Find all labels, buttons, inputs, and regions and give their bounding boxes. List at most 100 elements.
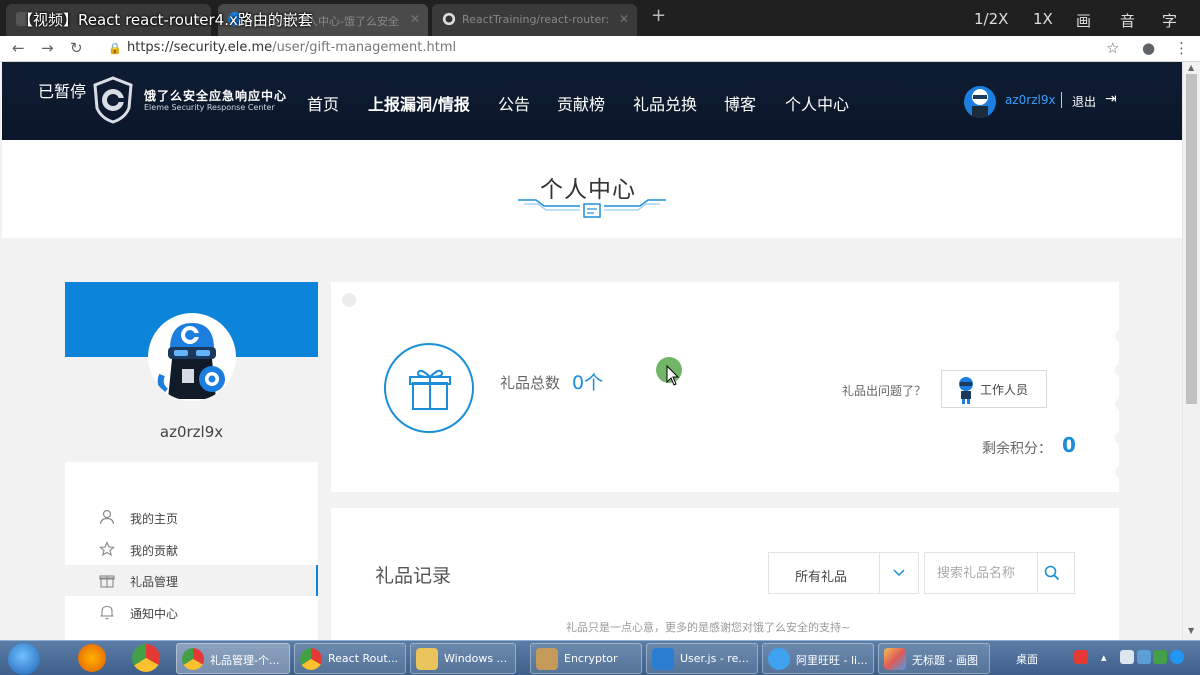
- vscode-icon: [652, 648, 674, 670]
- menu-dots-icon[interactable]: ⋮: [1174, 39, 1189, 57]
- taskbar-item-vscode[interactable]: User.js - re...: [646, 643, 758, 674]
- nav-personal-center[interactable]: 个人中心: [785, 91, 849, 115]
- page-scrollbar[interactable]: ▲ ▼: [1182, 62, 1200, 640]
- menu-item-label: 我的贡献: [130, 544, 179, 558]
- windows-taskbar: 礼品管理-个... React Rout... Windows ... Encr…: [0, 640, 1200, 675]
- logout-icon[interactable]: ⇥: [1105, 91, 1117, 107]
- gift-filter-select[interactable]: 所有礼品: [768, 552, 919, 594]
- nav-gift-exchange[interactable]: 礼品兑换: [633, 91, 697, 115]
- decorative-dot: [342, 293, 356, 307]
- profile-avatar[interactable]: [148, 313, 236, 401]
- chrome-icon: [300, 648, 322, 670]
- gift-search-input[interactable]: [925, 553, 1037, 593]
- taskbar-item-chrome-gift[interactable]: 礼品管理-个...: [176, 643, 290, 674]
- logout-link[interactable]: 退出: [1072, 93, 1096, 110]
- menu-item-contribution[interactable]: 我的贡献: [65, 534, 318, 565]
- ticket-edge-decoration: [1115, 330, 1121, 478]
- tray-expand-icon[interactable]: ▴: [1101, 651, 1107, 664]
- search-icon[interactable]: [1043, 564, 1061, 582]
- profile-menu: 我的主页 我的贡献 礼品管理 通知中心: [65, 462, 318, 642]
- taskbar-item-label: React Rout...: [328, 652, 399, 665]
- tab-title: ReactTraining/react-router: De: [462, 13, 612, 26]
- back-icon[interactable]: ←: [12, 39, 25, 57]
- taskbar-item-explorer[interactable]: Windows ...: [410, 643, 516, 674]
- gift-total-label: 礼品总数: [500, 374, 561, 392]
- ie-icon[interactable]: [1170, 650, 1184, 664]
- logo-subtext: Eleme Security Response Center: [144, 103, 275, 112]
- forward-icon[interactable]: →: [41, 39, 54, 57]
- url-field[interactable]: https://security.ele.me/user/gift-manage…: [127, 40, 456, 55]
- paused-label: 已暂停: [38, 82, 87, 101]
- taskbar-item-label: 阿里旺旺 - li...: [796, 654, 868, 667]
- menu-item-gift-management[interactable]: 礼品管理: [65, 565, 318, 596]
- speed-normal-button[interactable]: 1X: [1033, 10, 1053, 28]
- sogou-input-icon[interactable]: [1074, 650, 1088, 664]
- chrome-icon[interactable]: [132, 644, 160, 672]
- picture-button[interactable]: 画: [1076, 10, 1091, 31]
- bookmark-star-icon[interactable]: ☆: [1106, 39, 1119, 57]
- menu-item-home[interactable]: 我的主页: [65, 502, 318, 533]
- desktop-toolbar-label[interactable]: 桌面: [1016, 651, 1038, 667]
- close-icon[interactable]: ✕: [410, 12, 420, 26]
- star-icon: [99, 541, 115, 557]
- aliwangwang-icon: [768, 648, 790, 670]
- taskbar-item-chrome-react[interactable]: React Rout...: [294, 643, 406, 674]
- speed-half-button[interactable]: 1/2X: [974, 10, 1008, 28]
- taskbar-item-label: 礼品管理-个...: [210, 654, 280, 667]
- robot-staff-icon: [959, 377, 973, 404]
- subtitle-button[interactable]: 字: [1162, 10, 1177, 31]
- start-button[interactable]: [8, 643, 40, 675]
- gift-search-box: [924, 552, 1075, 594]
- contact-staff-button[interactable]: 工作人员: [941, 370, 1047, 408]
- paint-icon: [884, 648, 906, 670]
- nav-report[interactable]: 上报漏洞/情报: [368, 91, 470, 115]
- nav-ranking[interactable]: 贡献榜: [557, 91, 605, 115]
- address-bar: ← → ↻ 🔒 https://security.ele.me/user/gif…: [0, 36, 1200, 62]
- scroll-down-icon[interactable]: ▼: [1188, 626, 1194, 635]
- chrome-icon: [182, 648, 204, 670]
- taskbar-item-paint[interactable]: 无标题 - 画图: [878, 643, 990, 674]
- points-label: 剩余积分：: [982, 441, 1052, 457]
- contact-staff-label: 工作人员: [980, 383, 1029, 397]
- gift-filter-value: 所有礼品: [795, 570, 848, 585]
- nav-home[interactable]: 首页: [307, 91, 339, 115]
- user-icon: [99, 509, 115, 525]
- firefox-icon[interactable]: [78, 644, 106, 672]
- gift-record-title: 礼品记录: [375, 565, 452, 587]
- browser-tab-github[interactable]: ReactTraining/react-router: De ✕: [432, 4, 637, 36]
- logo-text: 饿了么安全应急响应中心: [144, 89, 288, 103]
- tray-app-icon[interactable]: [1120, 650, 1134, 664]
- network-icon[interactable]: [1137, 650, 1151, 664]
- gift-icon: [99, 575, 115, 588]
- avatar[interactable]: [964, 86, 996, 118]
- shield-logo-icon[interactable]: [92, 76, 134, 124]
- volume-icon[interactable]: [1153, 650, 1167, 664]
- mouse-cursor-icon: [666, 365, 680, 386]
- account-icon[interactable]: ●: [1142, 39, 1155, 57]
- browser-tabstrip: ✕ 礼品管理-个人中心-饿了么安全 ✕ ReactTraining/react-…: [0, 0, 1200, 36]
- taskbar-item-aliwangwang[interactable]: 阿里旺旺 - li...: [762, 643, 874, 674]
- sound-button[interactable]: 音: [1120, 10, 1135, 31]
- header-username[interactable]: az0rzl9x: [1005, 93, 1056, 107]
- taskbar-item-encryptor[interactable]: Encryptor: [530, 643, 642, 674]
- close-icon[interactable]: ✕: [619, 12, 629, 26]
- gift-problem-text: 礼品出问题了？: [842, 384, 927, 398]
- scroll-up-icon[interactable]: ▲: [1188, 63, 1194, 72]
- nav-notice[interactable]: 公告: [498, 91, 530, 115]
- bell-icon: [100, 605, 114, 620]
- scroll-thumb[interactable]: [1186, 74, 1197, 404]
- menu-item-notifications[interactable]: 通知中心: [65, 597, 318, 628]
- menu-item-label: 礼品管理: [130, 575, 179, 589]
- title-decoration-icon: [518, 199, 666, 218]
- gift-total-value: 0个: [572, 372, 604, 394]
- reload-icon[interactable]: ↻: [70, 39, 83, 57]
- new-tab-button[interactable]: +: [651, 5, 666, 26]
- nav-blog[interactable]: 博客: [724, 91, 756, 115]
- divider: [1061, 92, 1062, 108]
- video-title: 【视频】React react-router4.x路由的嵌套: [18, 11, 313, 29]
- chevron-down-icon[interactable]: [892, 565, 906, 579]
- points-value: 0: [1062, 433, 1076, 457]
- gift-icon: [409, 369, 451, 410]
- gift-thanks-text: 礼品只是一点心意，更多的是感谢您对饿了么安全的支持~: [566, 621, 851, 634]
- github-icon: [442, 12, 456, 26]
